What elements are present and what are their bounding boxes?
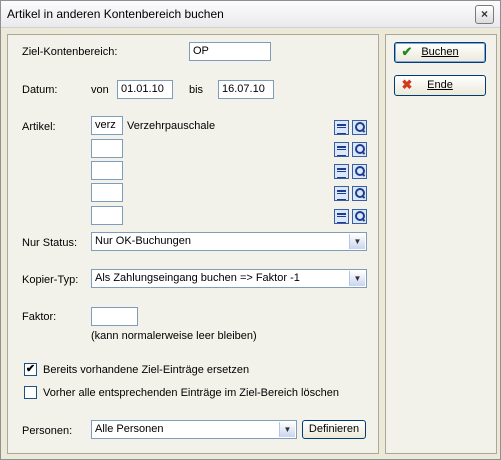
action-panel: ✔ Buchen ✖ Ende: [385, 34, 497, 454]
search-icon[interactable]: [352, 120, 367, 135]
close-icon: ✖: [401, 77, 413, 92]
personen-label: Personen:: [22, 425, 73, 437]
dialog-window: Artikel in anderen Kontenbereich buchen …: [0, 0, 501, 460]
list-icon[interactable]: [334, 164, 349, 179]
nur-status-select[interactable]: Nur OK-Buchungen ▼: [91, 232, 367, 251]
search-icon[interactable]: [352, 209, 367, 224]
chevron-down-icon[interactable]: ▼: [349, 271, 365, 286]
personen-value: Alle Personen: [95, 423, 164, 435]
kopier-typ-value: Als Zahlungseingang buchen => Faktor -1: [95, 272, 300, 284]
buchen-label: Buchen: [421, 46, 459, 58]
ende-button[interactable]: ✖ Ende: [394, 75, 486, 96]
artikel-name-1: Verzehrpauschale: [127, 120, 216, 132]
artikel-code-input-1[interactable]: verz: [91, 116, 123, 135]
artikel-code-input-3[interactable]: [91, 161, 123, 180]
faktor-input[interactable]: [91, 307, 138, 326]
replace-entries-label: Bereits vorhandene Ziel-Einträge ersetze…: [43, 364, 250, 376]
faktor-label: Faktor:: [22, 311, 57, 323]
datum-von-input[interactable]: 01.01.10: [117, 80, 173, 99]
list-icon[interactable]: [334, 186, 349, 201]
search-icon[interactable]: [352, 142, 367, 157]
ziel-kontenbereich-input[interactable]: OP: [189, 42, 271, 61]
nur-status-value: Nur OK-Buchungen: [95, 235, 191, 247]
search-icon[interactable]: [352, 164, 367, 179]
replace-entries-checkbox[interactable]: ✔: [24, 363, 37, 376]
delete-entries-label: Vorher alle entsprechenden Einträge im Z…: [43, 387, 339, 399]
list-icon[interactable]: [334, 120, 349, 135]
list-icon[interactable]: [334, 209, 349, 224]
datum-label: Datum:: [22, 84, 58, 96]
personen-select[interactable]: Alle Personen ▼: [91, 420, 297, 439]
window-title: Artikel in anderen Kontenbereich buchen: [7, 7, 224, 21]
delete-entries-checkbox[interactable]: [24, 386, 37, 399]
checkmark-icon: ✔: [25, 363, 36, 375]
search-icon[interactable]: [352, 186, 367, 201]
main-form-panel: Ziel-Kontenbereich: OP Datum: von 01.01.…: [7, 34, 379, 454]
ende-label: Ende: [427, 79, 453, 91]
von-label: von: [91, 84, 109, 96]
chevron-down-icon[interactable]: ▼: [279, 422, 295, 437]
definieren-button[interactable]: Definieren: [302, 420, 366, 439]
datum-bis-input[interactable]: 16.07.10: [218, 80, 274, 99]
kopier-typ-select[interactable]: Als Zahlungseingang buchen => Faktor -1 …: [91, 269, 367, 288]
kopier-typ-label: Kopier-Typ:: [22, 274, 79, 286]
artikel-label: Artikel:: [22, 121, 56, 133]
list-icon[interactable]: [334, 142, 349, 157]
title-bar: Artikel in anderen Kontenbereich buchen …: [1, 1, 500, 28]
bis-label: bis: [189, 84, 204, 96]
faktor-hint: (kann normalerweise leer bleiben): [91, 330, 257, 342]
close-icon: ×: [480, 7, 488, 21]
artikel-code-input-4[interactable]: [91, 183, 123, 202]
ziel-kontenbereich-label: Ziel-Kontenbereich:: [22, 46, 118, 58]
checkmark-icon: ✔: [401, 44, 413, 59]
close-button[interactable]: ×: [475, 5, 494, 24]
chevron-down-icon[interactable]: ▼: [349, 234, 365, 249]
artikel-code-input-5[interactable]: [91, 206, 123, 225]
buchen-button[interactable]: ✔ Buchen: [394, 42, 486, 63]
nur-status-label: Nur Status:: [22, 237, 78, 249]
artikel-code-input-2[interactable]: [91, 139, 123, 158]
